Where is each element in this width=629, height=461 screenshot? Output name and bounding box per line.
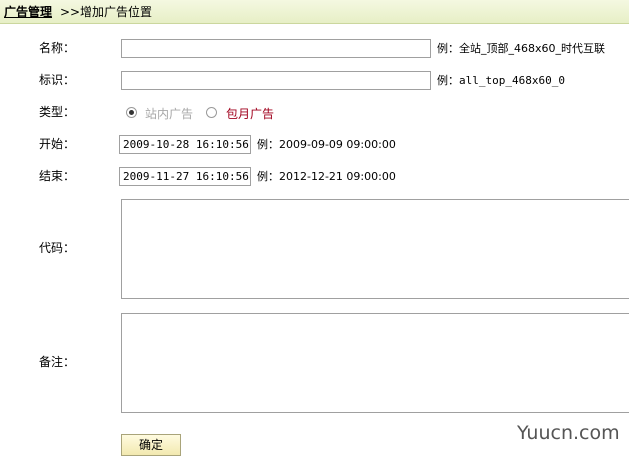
type-inner-label[interactable]: 站内广告 — [145, 106, 193, 122]
code-textarea[interactable] — [121, 199, 629, 299]
name-hint: 例：全站_顶部_468x60_时代互联 — [437, 42, 606, 55]
breadcrumb-separator: >> — [60, 5, 81, 19]
type-label: 类型： — [39, 105, 76, 119]
breadcrumb-root-link[interactable]: 广告管理 — [4, 4, 52, 20]
note-textarea[interactable] — [121, 313, 629, 413]
page-title: 增加广告位置 — [80, 5, 153, 19]
end-hint: 例：2012-12-21 09:00:00 — [257, 170, 396, 183]
code-label: 代码： — [39, 241, 76, 255]
name-input[interactable] — [121, 39, 431, 58]
start-input[interactable]: 2009-10-28 16:10:56 — [119, 135, 251, 154]
start-label: 开始： — [39, 137, 76, 151]
type-monthly-label[interactable]: 包月广告 — [226, 106, 274, 122]
end-input[interactable]: 2009-11-27 16:10:56 — [119, 167, 251, 186]
note-label: 备注： — [39, 355, 76, 369]
end-label: 结束： — [39, 169, 76, 183]
submit-button[interactable]: 确定 — [121, 434, 181, 456]
breadcrumb: 广告管理 >> 增加广告位置 — [0, 0, 629, 24]
type-monthly-radio[interactable] — [206, 107, 217, 118]
watermark-text: Yuucn.com — [517, 422, 620, 444]
ident-hint: 例：all_top_468x60_0 — [437, 74, 565, 87]
ident-input[interactable] — [121, 71, 431, 90]
ident-label: 标识： — [39, 73, 76, 87]
type-inner-radio[interactable] — [126, 107, 137, 118]
start-hint: 例：2009-09-09 09:00:00 — [257, 138, 396, 151]
name-label: 名称： — [39, 41, 76, 55]
